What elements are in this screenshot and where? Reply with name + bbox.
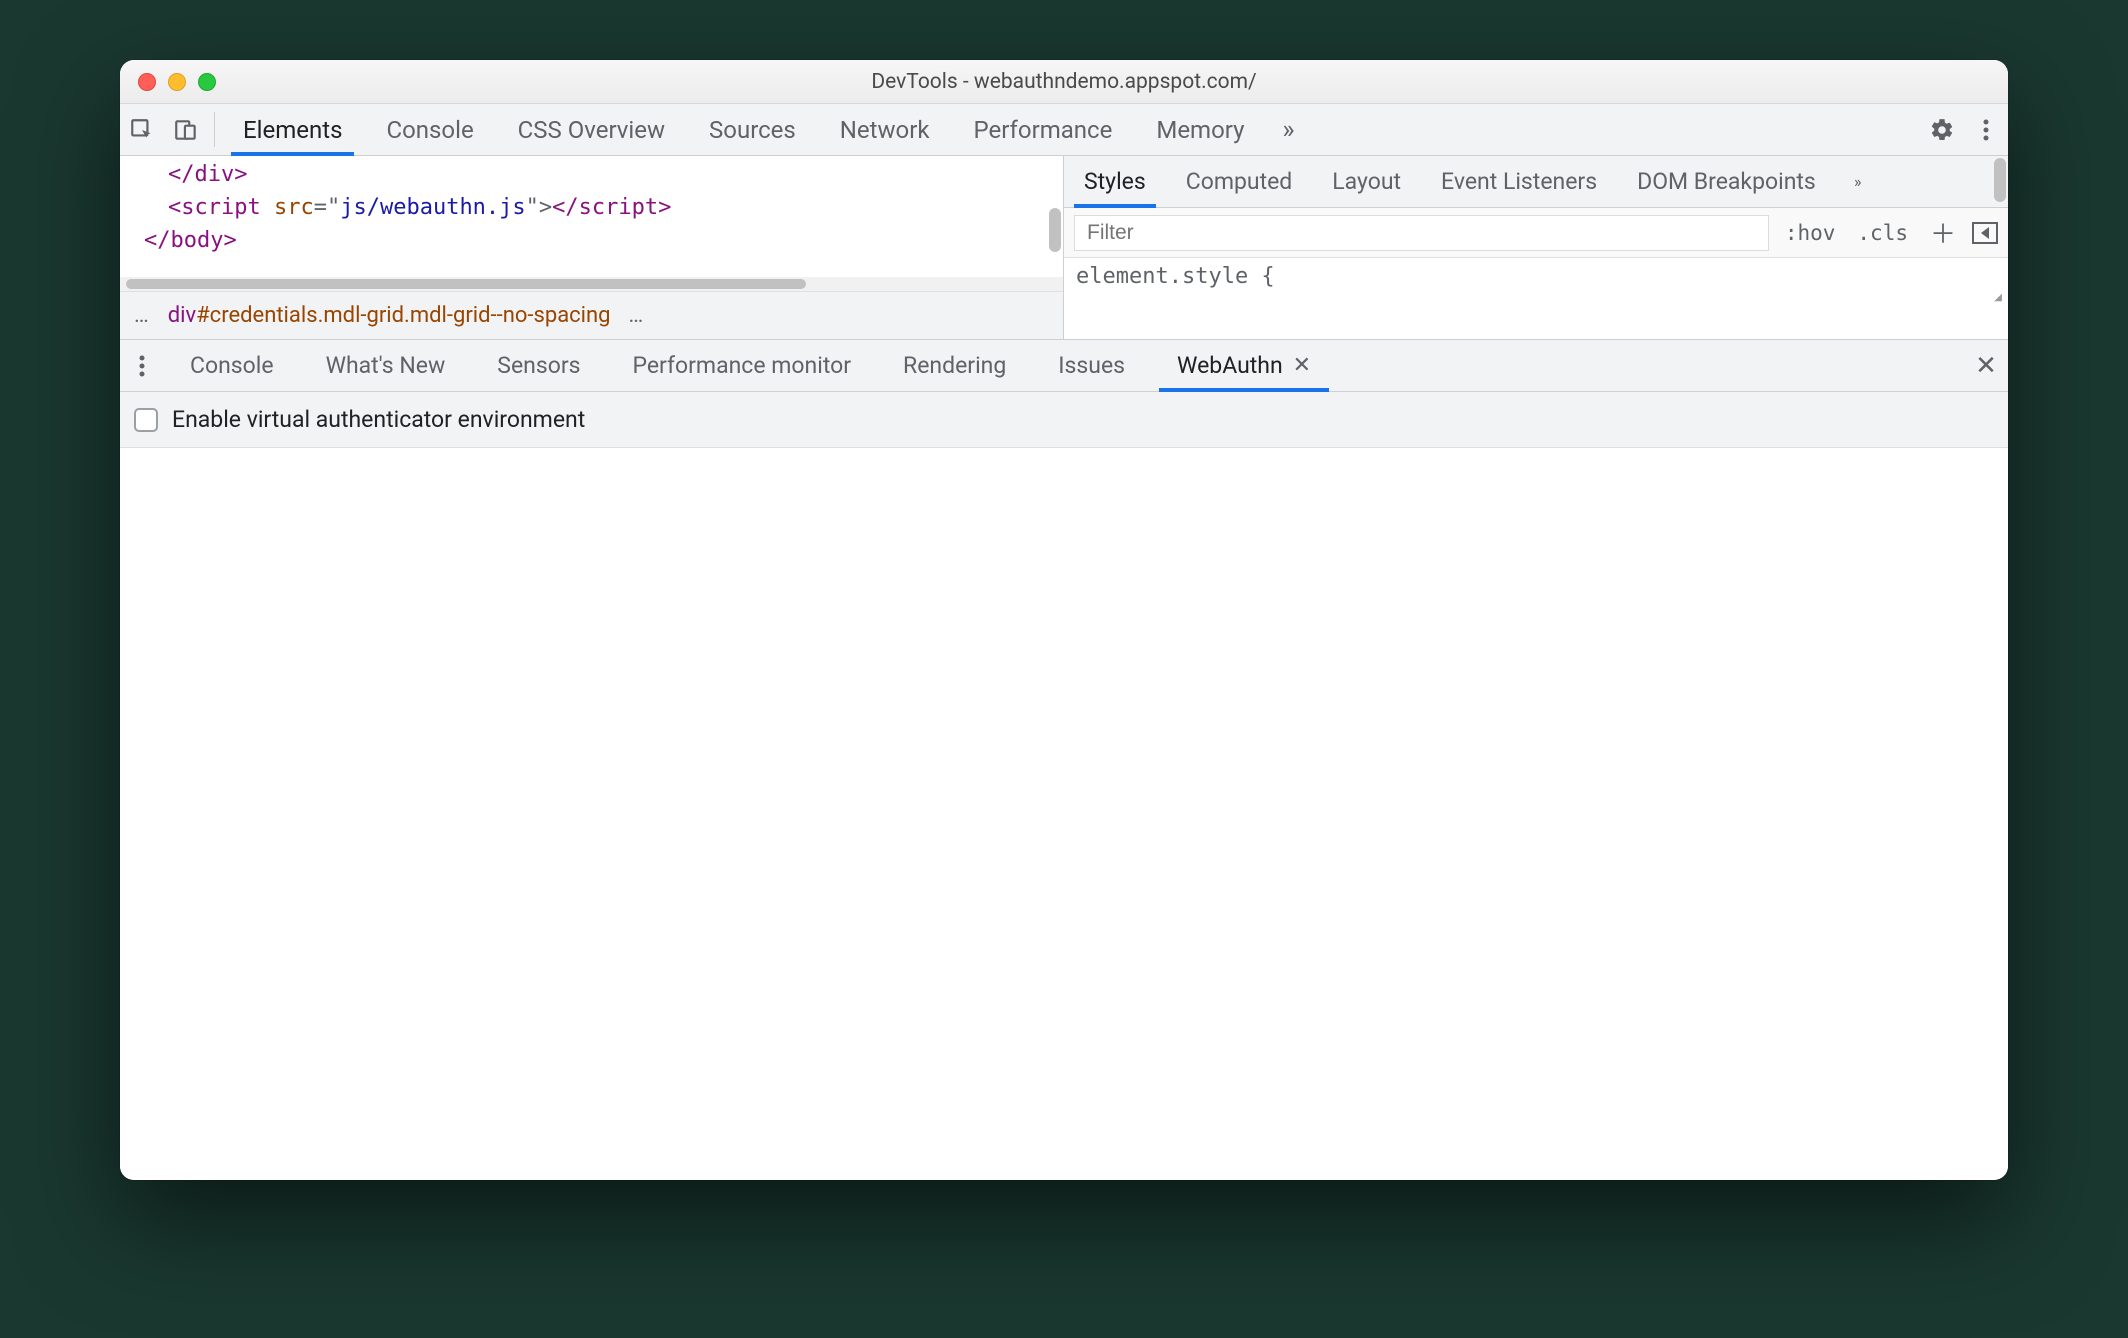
drawer-tabstrip: Console What's New Sensors Performance m… (120, 340, 2008, 392)
tab-css-overview[interactable]: CSS Overview (496, 104, 687, 155)
tab-label: Elements (243, 116, 342, 144)
code-token: </ (168, 162, 195, 187)
code-token: < (168, 195, 181, 220)
kebab-menu-icon[interactable] (1964, 104, 2008, 155)
code-token: > (223, 228, 236, 253)
styles-filter-input[interactable] (1074, 215, 1769, 251)
drawer-tab-performance-monitor[interactable]: Performance monitor (607, 340, 878, 391)
code-token: script (579, 195, 658, 220)
tab-label: Performance monitor (633, 352, 852, 379)
breadcrumb-node[interactable]: div#credentials.mdl-grid.mdl-grid--no-sp… (168, 303, 611, 328)
drawer-tab-rendering[interactable]: Rendering (877, 340, 1032, 391)
horizontal-scrollbar[interactable] (120, 277, 1063, 291)
minimize-window-button[interactable] (168, 73, 186, 91)
tab-memory[interactable]: Memory (1134, 104, 1266, 155)
webauthn-empty-content (120, 448, 2008, 1180)
more-tabs-icon[interactable]: » (1266, 104, 1310, 155)
drawer-tab-console[interactable]: Console (164, 340, 300, 391)
drawer-tab-issues[interactable]: Issues (1032, 340, 1151, 391)
tab-label: What's New (326, 352, 446, 379)
tab-sources[interactable]: Sources (687, 104, 818, 155)
tab-label: Memory (1156, 116, 1244, 144)
zoom-window-button[interactable] (198, 73, 216, 91)
tab-label: Performance (974, 116, 1113, 144)
settings-icon[interactable] (1920, 104, 1964, 155)
cls-toggle[interactable]: .cls (1851, 221, 1914, 245)
tab-elements[interactable]: Elements (221, 104, 364, 155)
computed-sidebar-toggle-icon[interactable] (1972, 222, 1998, 244)
devtools-window: DevTools - webauthndemo.appspot.com/ Ele… (120, 60, 2008, 1180)
code-token: </ (552, 195, 579, 220)
enable-virtual-authenticator-label: Enable virtual authenticator environment (172, 406, 585, 433)
drawer-tab-sensors[interactable]: Sensors (471, 340, 606, 391)
webauthn-toolbar: Enable virtual authenticator environment (120, 392, 2008, 448)
hov-toggle[interactable]: :hov (1779, 221, 1842, 245)
resize-corner-icon[interactable]: ◢ (1994, 292, 2002, 303)
drawer-kebab-icon[interactable] (120, 340, 164, 391)
tab-performance[interactable]: Performance (952, 104, 1135, 155)
tab-label: Layout (1332, 168, 1401, 195)
code-token: script (181, 195, 260, 220)
code-token: div (195, 162, 235, 187)
titlebar: DevTools - webauthndemo.appspot.com/ (120, 60, 2008, 104)
drawer-tab-webauthn[interactable]: WebAuthn ✕ (1151, 340, 1337, 391)
tab-label: Computed (1186, 168, 1293, 195)
breadcrumb-tag: div (168, 303, 196, 328)
code-token: </ (144, 228, 171, 253)
close-tab-icon[interactable]: ✕ (1293, 353, 1311, 378)
dom-breadcrumb[interactable]: … div#credentials.mdl-grid.mdl-grid--no-… (120, 291, 1063, 339)
close-window-button[interactable] (138, 73, 156, 91)
tab-network[interactable]: Network (818, 104, 952, 155)
breadcrumb-id: #credentials (196, 303, 317, 328)
breadcrumb-overflow-right[interactable]: … (625, 303, 649, 328)
elements-dom-panel: </div> <script src="js/webauthn.js"></sc… (120, 156, 1064, 339)
styles-toolbar: :hov .cls ＋ ◢ (1064, 208, 2008, 258)
tab-console[interactable]: Console (364, 104, 495, 155)
subtab-layout[interactable]: Layout (1312, 156, 1421, 207)
tab-label: WebAuthn (1177, 352, 1283, 379)
dom-tree-code[interactable]: </div> <script src="js/webauthn.js"></sc… (120, 156, 1063, 277)
tab-label: Styles (1084, 168, 1146, 195)
styles-tabstrip: Styles Computed Layout Event Listeners D… (1064, 156, 2008, 208)
inspect-element-icon[interactable] (120, 104, 164, 155)
subtab-computed[interactable]: Computed (1166, 156, 1313, 207)
window-title: DevTools - webauthndemo.appspot.com/ (120, 70, 2008, 94)
vertical-scrollbar[interactable] (1049, 208, 1061, 252)
element-style-block[interactable]: element.style { (1064, 258, 2008, 295)
breadcrumb-classes: .mdl-grid.mdl-grid--no-spacing (318, 303, 611, 328)
subtab-dom-breakpoints[interactable]: DOM Breakpoints (1617, 156, 1836, 207)
elements-split: </div> <script src="js/webauthn.js"></sc… (120, 156, 2008, 340)
code-token: > (658, 195, 671, 220)
window-controls (120, 73, 216, 91)
subtab-event-listeners[interactable]: Event Listeners (1421, 156, 1617, 207)
tab-label: Console (190, 352, 274, 379)
new-style-rule-icon[interactable]: ＋ (1924, 214, 1962, 251)
code-token: "> (526, 195, 553, 220)
vertical-scrollbar[interactable] (1994, 158, 2006, 202)
tab-label: Issues (1058, 352, 1125, 379)
tab-label: DOM Breakpoints (1637, 168, 1816, 195)
main-tabstrip: Elements Console CSS Overview Sources Ne… (120, 104, 2008, 156)
tab-label: Event Listeners (1441, 168, 1597, 195)
tab-label: CSS Overview (518, 116, 665, 144)
close-drawer-icon[interactable]: ✕ (1964, 340, 2008, 391)
code-token: js/webauthn.js (340, 195, 525, 220)
tab-label: Console (386, 116, 473, 144)
code-token: > (234, 162, 247, 187)
drawer-tab-whats-new[interactable]: What's New (300, 340, 472, 391)
code-token (261, 195, 274, 220)
code-token: =" (314, 195, 341, 220)
tab-label: Sensors (497, 352, 580, 379)
device-toolbar-icon[interactable] (164, 104, 208, 155)
styles-panel: Styles Computed Layout Event Listeners D… (1064, 156, 2008, 339)
breadcrumb-overflow-left[interactable]: … (130, 303, 154, 328)
tab-label: Sources (709, 116, 796, 144)
tab-label: Rendering (903, 352, 1006, 379)
subtab-styles[interactable]: Styles (1064, 156, 1166, 207)
tab-label: Network (840, 116, 930, 144)
code-token: src (274, 195, 314, 220)
more-subtabs-icon[interactable]: » (1836, 156, 1880, 207)
enable-virtual-authenticator-checkbox[interactable] (134, 408, 158, 432)
code-token: body (171, 228, 224, 253)
